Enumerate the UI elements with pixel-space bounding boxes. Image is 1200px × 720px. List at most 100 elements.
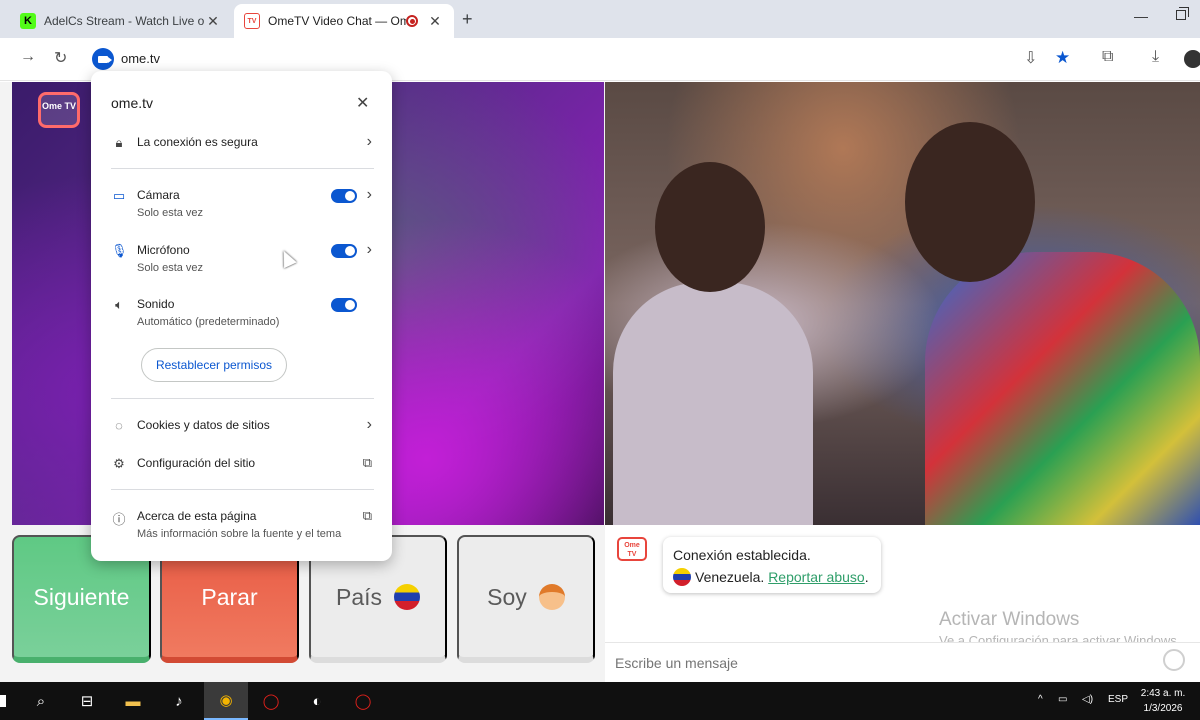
microphone-toggle[interactable]	[330, 244, 357, 258]
about-page-row[interactable]: ⓘ Acerca de esta página Más información …	[91, 508, 392, 541]
bookmark-star-icon[interactable]: ★	[1055, 48, 1070, 68]
start-button[interactable]	[0, 695, 6, 707]
site-settings-label: Configuración del sitio	[137, 456, 256, 470]
cookies-label: Cookies y datos de sitios	[137, 418, 270, 432]
kick-icon: K	[20, 13, 36, 29]
language-indicator[interactable]: ESP	[1108, 694, 1128, 705]
tab-ometv[interactable]: TV OmeTV Video Chat — Ome ✕	[234, 4, 454, 38]
gender-label: Soy	[487, 583, 527, 610]
chat-panel: Ome TV Conexión establecida. Venezuela. …	[605, 525, 1200, 682]
stop-label: Parar	[201, 583, 258, 610]
taskbar-clock[interactable]: 2:43 a. m. 1/3/2026	[1138, 686, 1188, 716]
report-suffix: .	[864, 569, 869, 585]
connection-row[interactable]: 🔒︎ La conexión es segura ›	[91, 133, 392, 151]
next-label: Siguiente	[33, 583, 130, 610]
open-external-icon: ⧉	[362, 508, 372, 523]
camera-detail: Solo esta vez	[137, 207, 204, 219]
microphone-label: Micrófono	[137, 243, 190, 257]
connection-label: La conexión es segura	[137, 135, 258, 149]
tab-title: AdelCs Stream - Watch Live on	[44, 14, 204, 28]
emoji-icon[interactable]	[1163, 649, 1185, 671]
gender-button[interactable]: Soy	[457, 535, 595, 663]
sound-label: Sonido	[137, 297, 175, 311]
task-view-icon[interactable]: ⊟	[76, 690, 98, 712]
venezuela-flag-icon	[394, 584, 421, 610]
cookie-icon: ◌	[115, 418, 123, 433]
camera-icon: ▭	[112, 188, 126, 203]
search-icon[interactable]: ⌕	[30, 690, 52, 712]
open-external-icon: ⧉	[362, 455, 372, 470]
sound-permission-row[interactable]: 🔈︎ Sonido Automático (predeterminado) ›	[91, 297, 392, 328]
status-text: Conexión establecida.	[673, 547, 811, 563]
system-message: Conexión establecida. Venezuela. Reporta…	[663, 537, 881, 593]
divider	[111, 398, 374, 399]
recording-icon	[406, 15, 418, 27]
close-tab-icon[interactable]: ✕	[204, 13, 222, 30]
boy-face-icon	[538, 584, 565, 610]
chevron-right-icon: ›	[366, 133, 372, 150]
site-info-button[interactable]	[92, 48, 114, 70]
tab-strip: K AdelCs Stream - Watch Live on ✕ TV Ome…	[0, 0, 1200, 38]
reload-icon[interactable]: ↻	[54, 48, 67, 68]
opera-icon[interactable]: ◯	[352, 690, 374, 712]
camera-toggle[interactable]	[330, 189, 357, 203]
close-icon[interactable]: ✕	[356, 93, 369, 113]
person-left-body	[613, 282, 813, 525]
tiktok-icon[interactable]: ♪	[168, 690, 190, 712]
chevron-right-icon[interactable]: ›	[367, 187, 372, 203]
divider	[111, 168, 374, 169]
country-label: País	[335, 583, 383, 610]
tab-title: OmeTV Video Chat — Ome	[268, 14, 406, 28]
microphone-detail: Solo esta vez	[137, 262, 204, 274]
remote-video	[605, 82, 1200, 525]
clock-time: 2:43 a. m.	[1140, 688, 1186, 699]
chevron-up-icon[interactable]: ^	[1038, 694, 1043, 705]
person-left-head	[655, 162, 765, 292]
new-tab-button[interactable]: +	[462, 9, 473, 30]
country-text: Venezuela.	[695, 569, 765, 585]
camera-permission-row[interactable]: ▭ Cámara Solo esta vez ›	[91, 187, 392, 220]
opera-icon[interactable]: ◯	[260, 690, 282, 712]
microphone-icon: 🎙︎	[111, 243, 128, 258]
volume-icon[interactable]: ◁)	[1082, 694, 1093, 705]
close-tab-icon[interactable]: ✕	[426, 13, 444, 30]
gear-icon: ⚙	[113, 456, 125, 471]
restore-button[interactable]	[1176, 7, 1189, 20]
about-label: Acerca de esta página	[137, 509, 257, 523]
clock-date: 1/3/2026	[1143, 703, 1183, 714]
install-app-icon[interactable]: ⇩	[1024, 48, 1037, 68]
downloads-icon[interactable]: ⤓	[1152, 48, 1159, 66]
ometv-chat-logo: Ome TV	[617, 537, 647, 561]
profile-avatar[interactable]	[1184, 50, 1200, 68]
opera-gx-icon[interactable]: ◐	[306, 690, 328, 712]
ometv-icon: TV	[244, 13, 260, 29]
message-input[interactable]	[605, 642, 1200, 682]
chevron-right-icon: ›	[366, 416, 372, 433]
address-bar[interactable]: ome.tv	[121, 51, 160, 66]
file-explorer-icon[interactable]: ▬	[122, 690, 144, 712]
activation-watermark-title: Activar Windows	[939, 609, 1080, 630]
about-detail: Más información sobre la fuente y el tem…	[137, 528, 342, 540]
microphone-permission-row[interactable]: 🎙︎ Micrófono Solo esta vez ›	[91, 242, 392, 275]
report-abuse-link[interactable]: Reportar abuso	[768, 569, 865, 585]
divider	[111, 489, 374, 490]
chrome-icon[interactable]: ◉	[204, 682, 248, 720]
chevron-right-icon[interactable]: ›	[367, 242, 372, 258]
lock-icon: 🔒︎	[115, 135, 123, 150]
minimize-button[interactable]: —	[1134, 8, 1148, 24]
sound-toggle[interactable]	[330, 298, 357, 312]
person-right-head	[905, 122, 1035, 282]
network-icon[interactable]: ▭	[1058, 694, 1067, 705]
venezuela-flag-icon	[673, 568, 691, 586]
extensions-icon[interactable]: ⧉	[1102, 48, 1113, 66]
windows-taskbar: ⌕ ⊟ ▬ ♪ ◉ ◯ ◐ ◯ ^ ▭ ◁) ESP 2:43 a. m. 1/…	[0, 682, 1200, 720]
forward-icon[interactable]: →	[20, 48, 36, 66]
camera-icon	[98, 55, 112, 63]
info-icon: ⓘ	[112, 512, 126, 527]
site-settings-row[interactable]: ⚙ Configuración del sitio ⧉	[91, 456, 392, 472]
tab-adelcs-stream[interactable]: K AdelCs Stream - Watch Live on ✕	[10, 4, 232, 38]
popup-domain: ome.tv	[111, 95, 154, 111]
camera-label: Cámara	[137, 188, 180, 202]
cookies-row[interactable]: ◌ Cookies y datos de sitios ›	[91, 416, 392, 434]
reset-permissions-button[interactable]: Restablecer permisos	[141, 348, 287, 382]
